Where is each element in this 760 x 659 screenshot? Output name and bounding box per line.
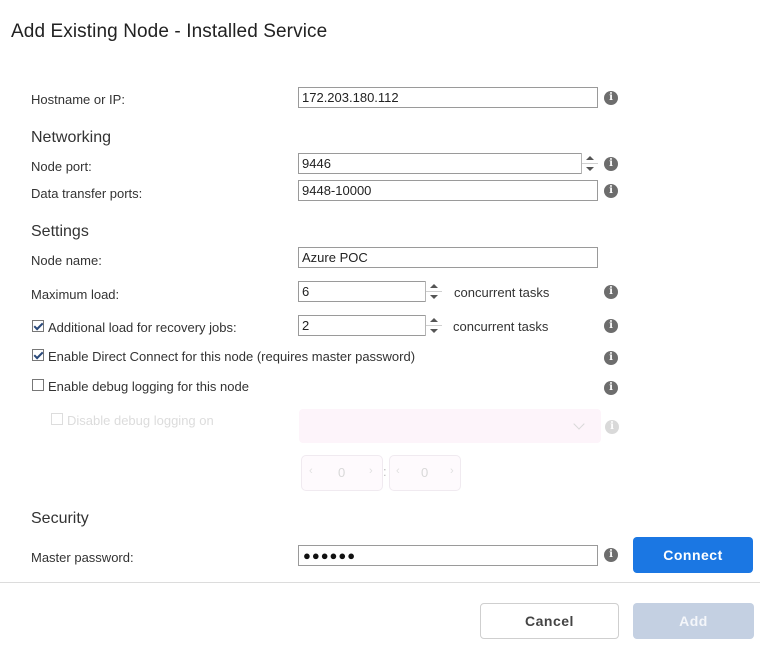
node-port-info-icon[interactable]: i [604, 157, 618, 171]
max-load-input[interactable]: 6 [298, 281, 442, 302]
add-button: Add [633, 603, 754, 639]
settings-heading: Settings [31, 223, 89, 240]
security-heading: Security [31, 510, 89, 527]
data-ports-input[interactable]: 9448-10000 [298, 180, 598, 201]
max-load-info-icon[interactable]: i [604, 285, 618, 299]
debug-logging-label[interactable]: Enable debug logging for this node [48, 379, 249, 394]
master-password-info-icon[interactable]: i [604, 548, 618, 562]
max-load-down-icon[interactable] [426, 291, 442, 301]
recovery-load-stepper[interactable] [425, 315, 442, 336]
disable-debug-label: Disable debug logging on [67, 413, 214, 428]
master-password-label: Master password: [31, 550, 134, 565]
recovery-load-info-icon[interactable]: i [604, 319, 618, 333]
recovery-load-unit: concurrent tasks [453, 319, 549, 334]
data-ports-label: Data transfer ports: [31, 186, 143, 201]
max-load-label: Maximum load: [31, 287, 120, 302]
master-password-input[interactable]: ●●●●●● [298, 545, 598, 566]
max-load-stepper[interactable] [425, 281, 442, 302]
node-port-up-icon[interactable] [582, 153, 598, 163]
disable-debug-checkbox [51, 413, 63, 425]
cancel-button[interactable]: Cancel [480, 603, 619, 639]
recovery-load-label[interactable]: Additional load for recovery jobs: [48, 320, 237, 335]
time-separator: : [383, 464, 387, 479]
disable-debug-select [299, 409, 601, 443]
debug-logging-info-icon[interactable]: i [604, 381, 618, 395]
max-load-up-icon[interactable] [426, 281, 442, 291]
minutes-next-icon: › [450, 465, 454, 477]
node-port-stepper[interactable] [581, 153, 598, 174]
node-name-label: Node name: [31, 253, 102, 268]
direct-connect-info-icon[interactable]: i [604, 351, 618, 365]
footer-divider [0, 582, 760, 583]
recovery-load-up-icon[interactable] [426, 315, 442, 325]
hours-prev-icon: ‹ [309, 465, 313, 477]
direct-connect-label[interactable]: Enable Direct Connect for this node (req… [48, 349, 415, 364]
dialog-title: Add Existing Node - Installed Service [11, 21, 328, 42]
connect-button[interactable]: Connect [633, 537, 753, 573]
recovery-load-input[interactable]: 2 [298, 315, 442, 336]
recovery-load-checkbox[interactable] [32, 320, 44, 332]
data-ports-info-icon[interactable]: i [604, 184, 618, 198]
disable-debug-hours: 0 [338, 465, 346, 480]
hostname-input[interactable]: 172.203.180.112 [298, 87, 598, 108]
direct-connect-checkbox[interactable] [32, 349, 44, 361]
hostname-label: Hostname or IP: [31, 92, 125, 107]
debug-logging-checkbox[interactable] [32, 379, 44, 391]
recovery-load-down-icon[interactable] [426, 325, 442, 335]
hostname-info-icon[interactable]: i [604, 91, 618, 105]
node-name-input[interactable]: Azure POC [298, 247, 598, 268]
networking-heading: Networking [31, 129, 112, 146]
node-port-label: Node port: [31, 159, 92, 174]
disable-debug-info-icon: i [605, 420, 619, 434]
minutes-prev-icon: ‹ [396, 465, 400, 477]
disable-debug-minutes: 0 [421, 465, 429, 480]
max-load-unit: concurrent tasks [454, 285, 550, 300]
node-port-input[interactable]: 9446 [298, 153, 598, 174]
hours-next-icon: › [369, 465, 373, 477]
node-port-down-icon[interactable] [582, 163, 598, 173]
